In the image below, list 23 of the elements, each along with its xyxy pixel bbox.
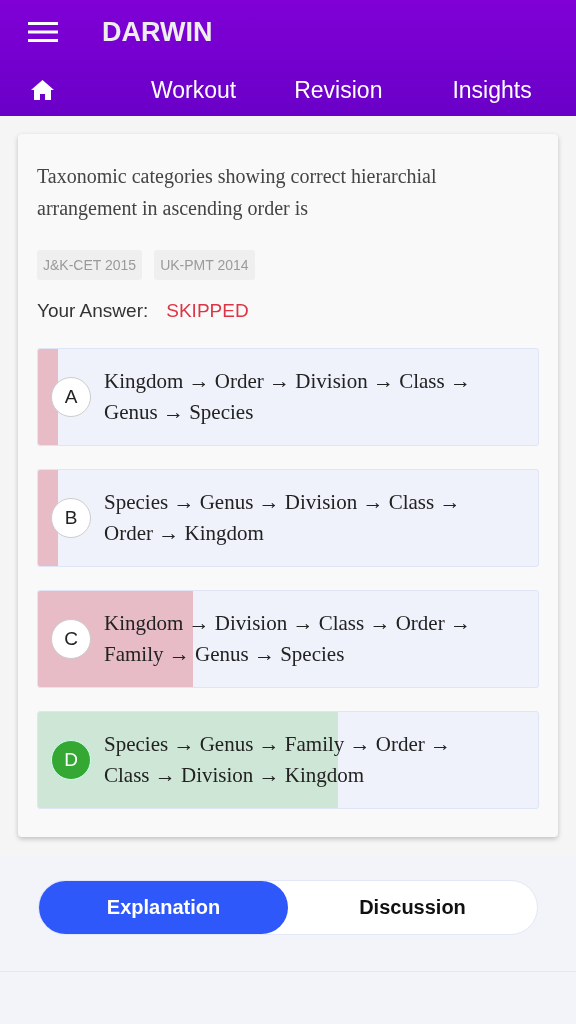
answer-option[interactable]: A Kingdom → Order → Division → Class → Genus → Species <box>37 348 539 446</box>
menu-icon[interactable] <box>28 22 58 42</box>
option-text: Species → Genus → Family → Order → Class → Division → Kingdom <box>104 731 453 789</box>
nav-tab[interactable]: Revision <box>294 74 383 106</box>
segment-tab[interactable]: Explanation <box>39 881 288 934</box>
option-text: Kingdom → Order → Division → Class → Genus → Species <box>104 368 472 426</box>
segment-tab[interactable]: Discussion <box>288 881 537 934</box>
answer-option[interactable]: B Species → Genus → Division → Class → Order → Kingdom <box>37 469 539 567</box>
answer-status: SKIPPED <box>166 300 249 322</box>
answer-option[interactable]: C Kingdom → Division → Class → Order → Family → Genus → Species <box>37 590 539 688</box>
answer-label: Your Answer: <box>37 300 149 322</box>
exam-tag: UK-PMT 2014 <box>154 250 255 280</box>
option-text: Species → Genus → Division → Class → Order → Kingdom <box>104 489 462 547</box>
home-icon[interactable] <box>31 80 54 100</box>
answer-option[interactable]: D Species → Genus → Family → Order → Class → Division → Kingdom <box>37 711 539 809</box>
exam-tag: J&K-CET 2015 <box>37 250 143 280</box>
option-letter: A <box>51 377 91 417</box>
app-title: DARWIN <box>102 16 213 48</box>
nav-tab[interactable]: Workout <box>151 74 237 106</box>
nav-tab[interactable]: Insights <box>452 74 532 106</box>
option-letter: B <box>51 498 91 538</box>
option-text: Kingdom → Division → Class → Order → Family → Genus → Species <box>104 610 472 668</box>
question-text: Taxonomic categories showing correct hierarchial arrangement in ascending order is <box>37 164 438 222</box>
